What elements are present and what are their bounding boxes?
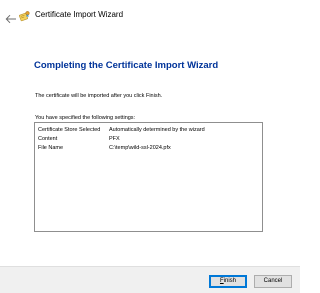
certificate-wizard-icon-graphic bbox=[19, 11, 30, 22]
page-heading: Completing the Certificate Import Wizard bbox=[34, 60, 219, 71]
intro-text: The certificate will be imported after y… bbox=[35, 93, 163, 99]
settings-value: PFX bbox=[109, 136, 120, 142]
certificate-wizard-icon bbox=[19, 9, 31, 22]
settings-key: Content bbox=[38, 136, 58, 142]
back-arrow-icon-graphic bbox=[5, 14, 16, 24]
settings-list[interactable]: Certificate Store Selected Automatically… bbox=[34, 122, 263, 232]
settings-value: Automatically determined by the wizard bbox=[109, 127, 205, 133]
settings-key: File Name bbox=[38, 145, 64, 151]
settings-row: Content PFX bbox=[38, 135, 260, 143]
title-bar: Certificate Import Wizard bbox=[0, 0, 300, 30]
finish-button[interactable]: Finish bbox=[209, 275, 247, 288]
settings-value: C:\temp\wild-ssl-2024.pfx bbox=[109, 145, 171, 151]
settings-key: Certificate Store Selected bbox=[38, 127, 101, 133]
button-bar: Finish Cancel bbox=[0, 266, 300, 293]
certificate-import-wizard-window: Certificate Import Wizard Completing the… bbox=[0, 0, 300, 293]
window-title: Certificate Import Wizard bbox=[35, 10, 124, 19]
settings-row: Certificate Store Selected Automatically… bbox=[38, 126, 260, 134]
settings-label: You have specified the following setting… bbox=[35, 115, 136, 121]
settings-row: File Name C:\temp\wild-ssl-2024.pfx bbox=[38, 144, 260, 152]
back-arrow-icon[interactable] bbox=[5, 11, 17, 24]
cancel-button[interactable]: Cancel bbox=[254, 275, 292, 288]
